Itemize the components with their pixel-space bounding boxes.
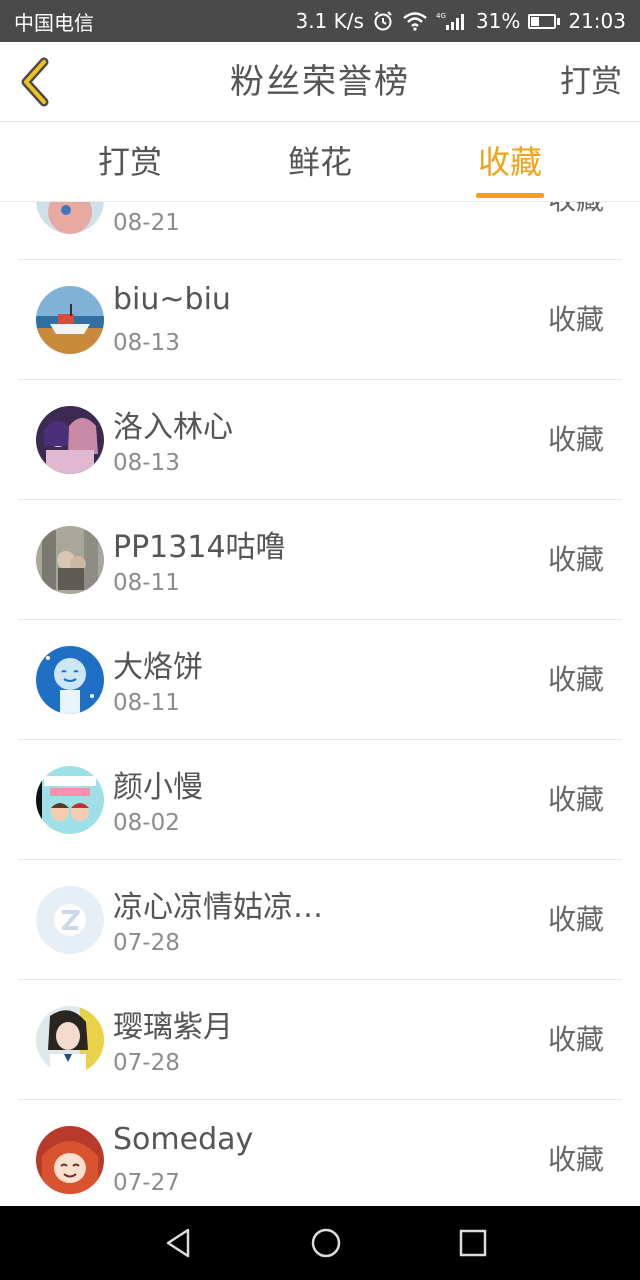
item-date: 08-21 [113,210,180,236]
avatar [36,526,104,594]
item-type: 收藏 [547,903,604,936]
user-name: 颜小慢 [113,770,203,805]
item-type: 收藏 [547,543,604,576]
item-date: 08-02 [113,810,180,836]
screen: 中国电信 3.1 K/s 4G 31% 21:03 粉丝荣誉榜 打赏 打赏 鲜花… [0,0,640,1280]
list-item[interactable]: PP1314咕噜 08-11 收藏 [18,500,622,620]
avatar [36,646,104,714]
item-type: 收藏 [547,1143,604,1176]
list-item[interactable]: 08-21 收藏 [18,202,622,260]
item-type: 收藏 [547,423,604,456]
list-item[interactable]: 凉心凉情姑凉… 07-28 收藏 [18,860,622,980]
item-type: 收藏 [547,663,604,696]
avatar [36,766,104,834]
item-date: 07-28 [113,1050,180,1076]
alarm-icon [374,11,392,31]
user-name: 璎璃紫月 [113,1010,233,1045]
item-date: 08-13 [113,450,180,476]
list-item[interactable]: 大烙饼 08-11 收藏 [18,620,622,740]
list-item[interactable]: 洛入林心 08-13 收藏 [18,380,622,500]
avatar [36,406,104,474]
page-title: 粉丝荣誉榜 [230,62,410,102]
status-icons: 3.1 K/s 4G 31% 21:03 [295,9,626,33]
back-triangle-icon[interactable] [162,1226,196,1260]
carrier-label: 中国电信 [14,10,94,35]
system-nav-bar [0,1206,640,1280]
user-name: 大烙饼 [113,650,203,685]
user-name: Someday [113,1122,254,1157]
tab-label: 鲜花 [287,143,352,181]
item-date: 08-11 [113,690,180,716]
item-type: 收藏 [548,202,604,260]
reward-button[interactable]: 打赏 [560,42,622,122]
list-item[interactable]: 颜小慢 08-02 收藏 [18,740,622,860]
active-tab-indicator [476,193,544,198]
net-speed: 3.1 K/s [295,9,364,33]
item-type: 收藏 [547,303,604,336]
list-item[interactable]: 璎璃紫月 07-28 收藏 [18,980,622,1100]
fan-list[interactable]: 08-21 收藏 biu~biu 08-13 收藏 [0,202,640,1206]
item-type: 收藏 [547,1023,604,1056]
signal-icon: 4G [436,12,464,30]
tab-favorites[interactable]: 收藏 [440,122,580,202]
avatar [36,1006,104,1074]
recents-square-icon[interactable] [456,1226,490,1260]
tab-flowers[interactable]: 鲜花 [250,122,390,202]
list-item[interactable]: biu~biu 08-13 收藏 [18,260,622,380]
item-date: 07-28 [113,930,180,956]
wifi-icon [403,12,427,31]
tab-bar: 打赏 鲜花 收藏 [0,122,640,202]
home-circle-icon[interactable] [309,1226,343,1260]
avatar [36,1126,104,1194]
tab-reward[interactable]: 打赏 [60,122,200,202]
avatar [36,202,104,234]
user-name: 洛入林心 [113,410,233,445]
battery-percent: 31% [475,9,521,33]
network-type: 4G [436,12,446,20]
item-type: 收藏 [547,783,604,816]
battery-icon [528,13,561,29]
item-date: 07-27 [113,1170,180,1196]
user-name: PP1314咕噜 [113,530,286,565]
status-bar: 中国电信 3.1 K/s 4G 31% 21:03 [0,0,640,42]
tab-label: 打赏 [97,143,162,181]
item-date: 08-13 [113,330,180,356]
user-name: 凉心凉情姑凉… [113,890,323,925]
avatar [36,886,104,954]
list-item[interactable]: Someday 07-27 收藏 [18,1100,622,1206]
app-header: 粉丝荣誉榜 打赏 [0,42,640,122]
user-name: biu~biu [113,282,231,317]
item-date: 08-11 [113,570,180,596]
tab-label: 收藏 [477,143,542,181]
clock: 21:03 [568,9,626,33]
avatar [36,286,104,354]
